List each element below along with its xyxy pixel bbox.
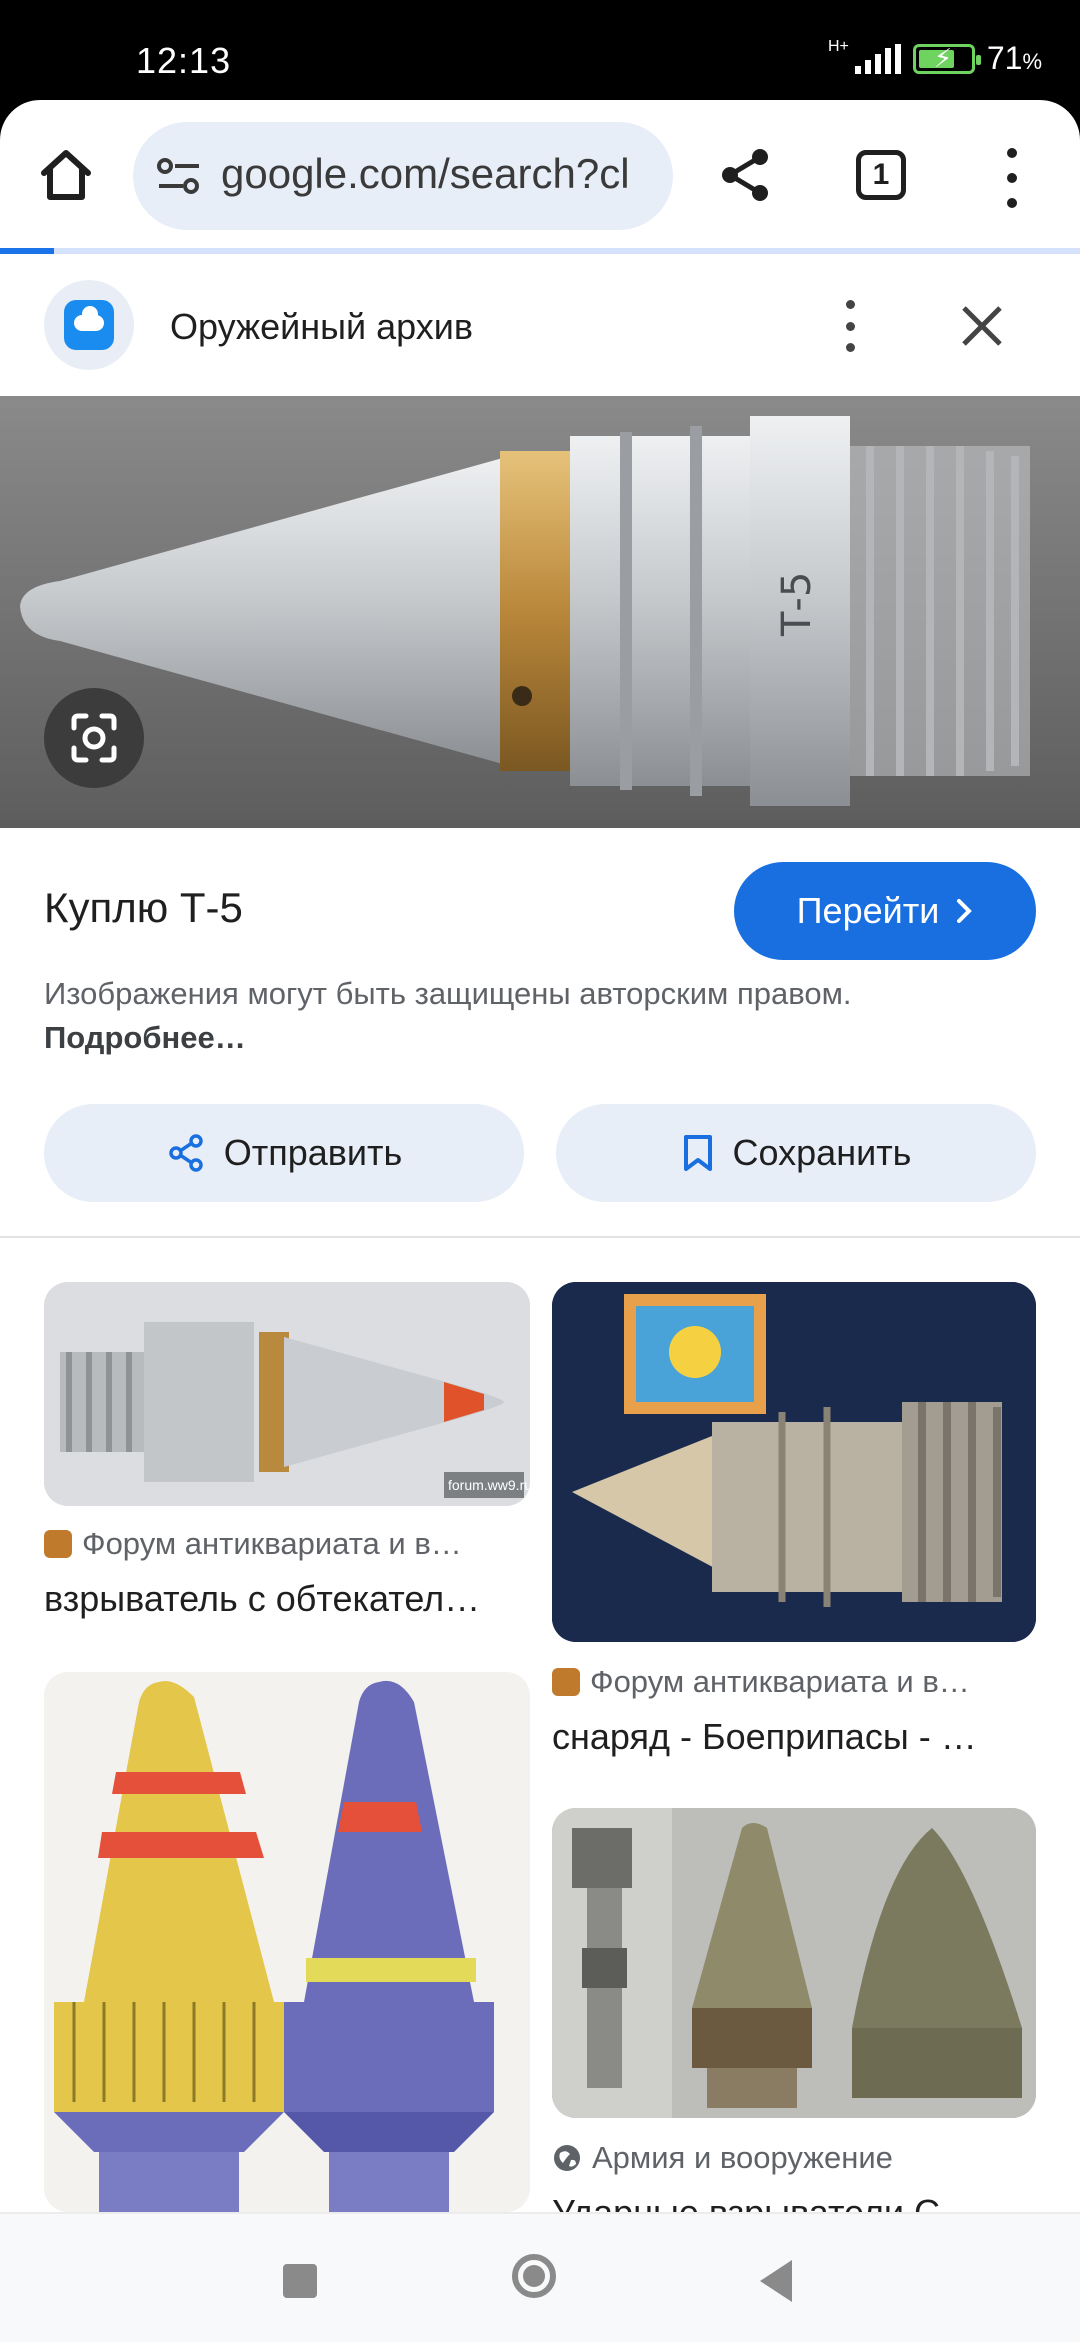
signal-icon [854,43,901,74]
site-favicon[interactable] [44,280,134,370]
learn-more-link[interactable]: Подробнее… [44,1020,246,1055]
source-title[interactable]: Оружейный архив [170,306,473,348]
save-label: Сохранить [732,1132,912,1173]
recents-button[interactable] [283,2264,317,2298]
copyright-notice: Изображения могут быть защищены авторски… [44,976,852,1055]
dot [1007,148,1017,158]
svg-text:forum.ww9.ru: forum.ww9.ru [448,1477,530,1493]
more-options-button[interactable] [842,300,858,352]
related-caption[interactable]: Ударные взрыватели С… [552,2192,1036,2212]
preview-image[interactable]: Т-5 [0,396,1080,828]
visit-button[interactable]: Перейти [734,862,1036,960]
google-lens-button[interactable] [44,688,144,788]
share-button[interactable] [716,145,776,205]
tab-switcher-button[interactable]: 1 [856,150,906,200]
home-button[interactable] [36,145,96,205]
related-source[interactable]: Форум антиквариата и в… [44,1526,462,1562]
cloud-icon [74,306,104,331]
site-favicon-icon [44,1530,72,1558]
result-title: Куплю Т-5 [44,884,243,931]
globe-icon [554,2145,580,2171]
related-caption[interactable]: снаряд - Боеприпасы - … [552,1716,1036,1758]
related-image[interactable] [552,1808,1036,2118]
related-source[interactable]: Армия и вооружение [552,2140,893,2176]
address-bar[interactable]: google.com/search?cl [133,122,673,230]
progress-fill [0,248,54,254]
save-button[interactable]: Сохранить [556,1104,1036,1202]
battery-icon: ⚡ [912,42,981,74]
url-text[interactable]: google.com/search?cl [221,150,630,198]
network-type: H+ [827,37,849,55]
related-source[interactable]: Форум антиквариата и в… [552,1664,970,1700]
share-label: Отправить [223,1132,403,1173]
related-caption[interactable]: взрыватель с обтекател… [44,1578,530,1620]
home-icon [41,150,91,200]
status-icons: H+ ⚡ 71% [827,37,1042,77]
source-header: Оружейный архив [0,262,1080,396]
related-image[interactable] [44,1672,530,2212]
system-navigation-bar [0,2212,1080,2342]
svg-text:Т-5: Т-5 [774,572,820,637]
lens-icon [71,713,117,763]
battery-percent: 71% [986,40,1042,76]
close-icon[interactable] [958,302,1006,350]
visit-label: Перейти [796,890,940,931]
bookmark-icon [683,1135,712,1171]
back-button[interactable] [760,2260,792,2302]
related-image[interactable] [552,1282,1036,1642]
site-favicon-icon [552,1668,580,1696]
page-info-icon[interactable] [157,158,201,194]
browser-menu-button[interactable] [1000,148,1024,208]
chevron-right-icon [957,899,973,923]
share-result-button[interactable]: Отправить [44,1104,524,1202]
share-icon [722,149,768,201]
divider [0,1236,1080,1238]
status-bar: 12:13 H+ ⚡ 71% [0,0,1080,100]
charging-icon: ⚡ [933,42,953,73]
home-nav-button[interactable] [512,2254,556,2298]
share-icon [168,1134,203,1172]
clock: 12:13 [136,40,232,81]
page-load-progress [0,248,1080,254]
related-image[interactable]: forum.ww9.ru [44,1282,530,1506]
